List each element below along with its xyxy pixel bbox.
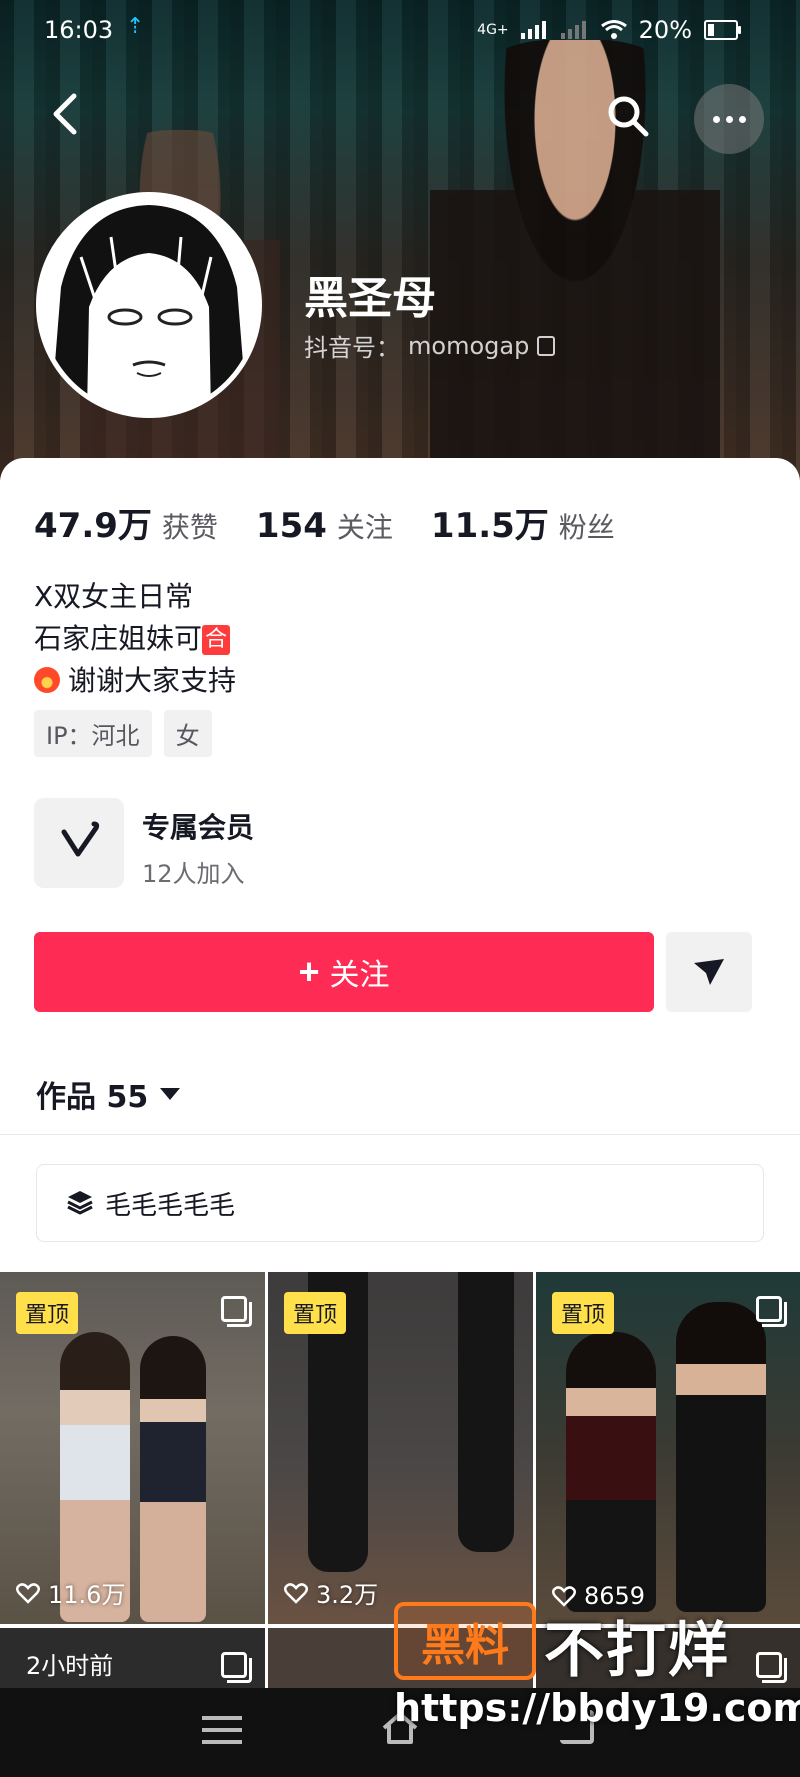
membership-entry[interactable]: 专属会员 12人加入 <box>34 798 634 890</box>
follow-button[interactable]: + 关注 <box>34 932 654 1012</box>
membership-title: 专属会员 <box>142 811 255 844</box>
v-logo-icon <box>61 821 100 857</box>
status-time: 16:03 <box>44 16 114 44</box>
heart-icon <box>284 1582 308 1604</box>
thumbnail-person <box>140 1336 206 1622</box>
profile-stats: 47.9万 获赞 154 关注 11.5万 粉丝 <box>34 498 653 547</box>
multi-image-icon <box>756 1296 787 1327</box>
bio-line-3: 谢谢大家支持 <box>34 660 236 702</box>
upload-icon: ⇡ <box>126 14 145 39</box>
signal-icon <box>520 21 546 39</box>
search-button[interactable] <box>606 94 656 144</box>
divider <box>0 1134 800 1135</box>
video-tile[interactable]: 置顶 11.6万 <box>0 1272 265 1624</box>
like-count: 3.2万 <box>284 1575 378 1610</box>
collection-entry[interactable]: 毛毛毛毛毛 <box>36 1164 764 1242</box>
handle-label: 抖音号： <box>304 334 400 362</box>
collection-label: 毛毛毛毛毛 <box>105 1190 236 1221</box>
profile-cover: 16:03 ⇡ 4G+ 20% 黑圣母 抖音号： momogap <box>0 0 800 480</box>
likes-label: 获赞 <box>161 511 218 544</box>
bio-line-2: 石家庄姐妹可合 <box>34 618 236 660</box>
profile-handle[interactable]: 抖音号： momogap <box>304 328 556 363</box>
copy-icon[interactable] <box>537 335 556 356</box>
he-badge-icon: 合 <box>202 625 231 655</box>
more-dot-icon <box>712 115 720 123</box>
thumbnail-legs <box>458 1272 514 1552</box>
status-bar: 16:03 ⇡ 4G+ 20% <box>0 0 800 62</box>
tag-ip: IP：河北 <box>34 710 152 757</box>
menu-icon[interactable] <box>202 1716 242 1744</box>
pinned-badge: 置顶 <box>16 1292 79 1334</box>
layers-icon <box>67 1191 93 1215</box>
video-tile[interactable]: 置顶 8659 <box>536 1272 800 1624</box>
post-time: 2小时前 <box>26 1652 114 1680</box>
follow-label: 关注 <box>329 959 390 992</box>
profile-name: 黑圣母 <box>304 273 436 324</box>
status-right: 4G+ 20% <box>477 16 741 44</box>
signal-icon-2 <box>560 21 586 39</box>
like-count-value: 11.6万 <box>48 1581 126 1609</box>
works-label: 作品 55 <box>36 1080 149 1115</box>
following-label: 关注 <box>336 511 393 544</box>
watermark: 黑料 不打烊 https://bbdy19.com <box>394 1602 800 1762</box>
wifi-icon <box>600 20 627 39</box>
following-count[interactable]: 154 <box>256 506 327 546</box>
pinned-badge: 置顶 <box>552 1292 615 1334</box>
handle-value: momogap <box>408 331 530 360</box>
search-icon <box>608 96 649 137</box>
watermark-logo: 黑料 <box>394 1602 536 1680</box>
profile-bio: X双女主日常 石家庄姐妹可合 谢谢大家支持 <box>34 576 236 702</box>
multi-image-icon <box>221 1296 252 1327</box>
profile-tags: IP：河北 女 <box>34 710 212 757</box>
back-button[interactable] <box>50 92 100 142</box>
works-tab[interactable]: 作品 55 <box>36 1072 181 1116</box>
battery-icon <box>704 20 741 40</box>
cover-photo-person <box>430 40 720 480</box>
like-count: 11.6万 <box>16 1575 125 1610</box>
followers-count[interactable]: 11.5万 <box>431 498 549 547</box>
like-count-value: 3.2万 <box>316 1581 379 1609</box>
bio-line-1: X双女主日常 <box>34 580 194 613</box>
thumbnail-person <box>676 1302 766 1612</box>
plus-icon: + <box>298 951 320 992</box>
more-dot-icon <box>725 115 733 123</box>
membership-icon-box <box>34 798 124 888</box>
watermark-text: 不打烊 <box>544 1616 730 1686</box>
thumbnail-person <box>566 1332 656 1612</box>
caret-down-icon <box>160 1088 181 1100</box>
network-indicator: 4G+ <box>477 22 509 38</box>
send-icon <box>694 959 724 985</box>
avatar[interactable] <box>36 192 262 418</box>
watermark-url: https://bbdy19.com <box>394 1686 800 1730</box>
multi-image-icon <box>221 1652 252 1683</box>
more-dot-icon <box>738 115 746 123</box>
battery-percent: 20% <box>638 16 692 44</box>
more-button[interactable] <box>694 84 764 154</box>
chevron-left-icon <box>53 93 77 135</box>
bio-line-2-text: 石家庄姐妹可 <box>34 622 203 655</box>
bio-line-3-text: 谢谢大家支持 <box>68 664 237 697</box>
heart-icon <box>16 1582 40 1604</box>
tag-gender: 女 <box>163 710 212 757</box>
likes-count[interactable]: 47.9万 <box>34 498 152 547</box>
profile-page: 16:03 ⇡ 4G+ 20% 黑圣母 抖音号： momogap 47.9万 获… <box>0 0 800 1777</box>
avatar-illustration <box>41 197 257 413</box>
followers-label: 粉丝 <box>558 511 615 544</box>
video-tile[interactable]: 置顶 3.2万 <box>268 1272 533 1624</box>
pinned-badge: 置顶 <box>284 1292 347 1334</box>
share-button[interactable] <box>666 932 752 1012</box>
membership-subtitle: 12人加入 <box>142 860 245 888</box>
heart-fire-icon <box>34 667 60 693</box>
